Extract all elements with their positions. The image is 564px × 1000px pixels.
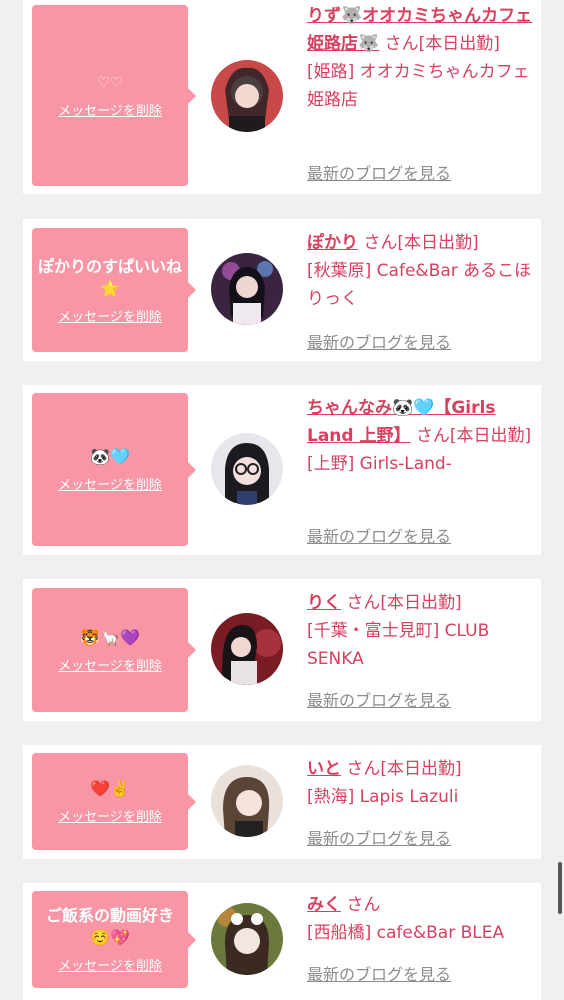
user-status: さん bbox=[346, 895, 381, 915]
user-name-link[interactable]: ぽかり bbox=[307, 233, 358, 253]
message-text: 🐯🦙💜 bbox=[80, 627, 140, 647]
user-info: ちゃんなみ🐼🩵【Girls Land 上野】 さん[本日出勤] [上野] Gir… bbox=[307, 394, 537, 478]
shop-name: [上野] Girls-Land- bbox=[307, 454, 452, 474]
delete-message-link[interactable]: メッセージを削除 bbox=[58, 100, 162, 119]
delete-message-link[interactable]: メッセージを削除 bbox=[58, 806, 162, 825]
user-status: さん[本日出勤] bbox=[415, 426, 532, 446]
delete-message-link[interactable]: メッセージを削除 bbox=[58, 306, 162, 325]
user-info: みく さん [西船橋] cafe&Bar BLEA bbox=[307, 891, 537, 947]
message-bubble: 🐼🩵 メッセージを削除 bbox=[32, 393, 196, 546]
shop-name: [姫路] オオカミちゃんカフェ姫路店 bbox=[307, 62, 530, 110]
user-info: りく さん[本日出勤] [千葉・富士見町] CLUB SENKA bbox=[307, 589, 537, 673]
user-info: りず🐺オオカミちゃんカフェ姫路店🐺 さん[本日出勤] [姫路] オオカミちゃんカ… bbox=[307, 2, 537, 114]
latest-blog-link[interactable]: 最新のブログを見る bbox=[307, 329, 451, 353]
user-card: ぽかりのすぱいいね⭐ メッセージを削除 ぽかり さん[本日出勤] [秋葉原] C… bbox=[23, 219, 541, 361]
user-card: 🐼🩵 メッセージを削除 ちゃんなみ🐼🩵【Girls Land 上野】 さん[本日… bbox=[23, 385, 541, 555]
message-bubble: ♡♡ メッセージを削除 bbox=[32, 5, 196, 186]
user-info: ぽかり さん[本日出勤] [秋葉原] Cafe&Bar あるこほりっく bbox=[307, 229, 537, 313]
latest-blog-link[interactable]: 最新のブログを見る bbox=[307, 160, 451, 184]
user-status: さん[本日出勤] bbox=[384, 34, 500, 54]
user-card: ご飯系の動画好き☺️💖 メッセージを削除 みく さん [西船橋] cafe&Ba… bbox=[23, 883, 541, 1000]
avatar[interactable] bbox=[211, 765, 283, 837]
shop-name: [西船橋] cafe&Bar BLEA bbox=[307, 923, 505, 943]
latest-blog-link[interactable]: 最新のブログを見る bbox=[307, 825, 451, 849]
avatar[interactable] bbox=[211, 60, 283, 132]
shop-name: [千葉・富士見町] CLUB SENKA bbox=[307, 621, 490, 669]
user-card: ❤️✌️ メッセージを削除 いと さん[本日出勤] [熱海] Lapis Laz… bbox=[23, 745, 541, 859]
message-text: ❤️✌️ bbox=[90, 779, 130, 798]
delete-message-link[interactable]: メッセージを削除 bbox=[58, 474, 162, 493]
message-text: ぽかりのすぱいいね⭐ bbox=[38, 256, 183, 298]
latest-blog-link[interactable]: 最新のブログを見る bbox=[307, 523, 451, 547]
message-text: ご飯系の動画好き☺️💖 bbox=[45, 906, 174, 947]
message-text: ♡♡ bbox=[97, 75, 123, 91]
avatar[interactable] bbox=[211, 253, 283, 325]
avatar[interactable] bbox=[211, 613, 283, 685]
user-card: ♡♡ メッセージを削除 りず🐺オオカミちゃんカフェ姫路店🐺 さん[本日出勤] [… bbox=[23, 0, 541, 194]
latest-blog-link[interactable]: 最新のブログを見る bbox=[307, 687, 451, 711]
avatar[interactable] bbox=[211, 903, 283, 975]
shop-name: [熱海] Lapis Lazuli bbox=[307, 787, 459, 807]
user-status: さん[本日出勤] bbox=[346, 593, 462, 613]
shop-name: [秋葉原] Cafe&Bar あるこほりっく bbox=[307, 261, 532, 309]
user-name-link[interactable]: りく bbox=[307, 593, 341, 613]
message-bubble: 🐯🦙💜 メッセージを削除 bbox=[32, 588, 196, 712]
delete-message-link[interactable]: メッセージを削除 bbox=[58, 955, 162, 974]
message-text: 🐼🩵 bbox=[90, 447, 130, 466]
message-bubble: ぽかりのすぱいいね⭐ メッセージを削除 bbox=[32, 228, 196, 352]
user-name-link[interactable]: みく bbox=[307, 895, 341, 915]
user-name-link[interactable]: いと bbox=[307, 759, 341, 779]
message-bubble: ❤️✌️ メッセージを削除 bbox=[32, 753, 196, 850]
scrollbar[interactable] bbox=[558, 862, 562, 914]
latest-blog-link[interactable]: 最新のブログを見る bbox=[307, 961, 451, 985]
delete-message-link[interactable]: メッセージを削除 bbox=[58, 655, 162, 674]
avatar[interactable] bbox=[211, 433, 283, 505]
user-status: さん[本日出勤] bbox=[346, 759, 462, 779]
user-card: 🐯🦙💜 メッセージを削除 りく さん[本日出勤] [千葉・富士見町] CLUB … bbox=[23, 579, 541, 721]
user-status: さん[本日出勤] bbox=[363, 233, 479, 253]
user-info: いと さん[本日出勤] [熱海] Lapis Lazuli bbox=[307, 755, 537, 811]
message-bubble: ご飯系の動画好き☺️💖 メッセージを削除 bbox=[32, 891, 196, 988]
